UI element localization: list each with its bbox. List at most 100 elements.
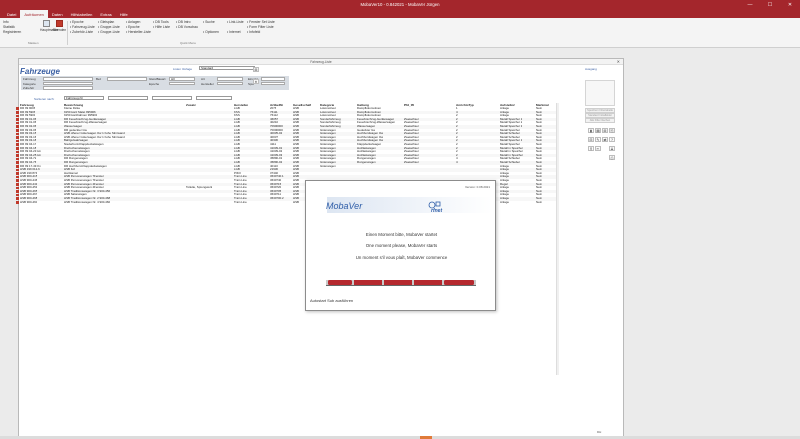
ribbon-col3: • Anlagen • Epoche • Hersteller-Liste	[126, 20, 151, 36]
rp-icon-5[interactable]: ⊟	[588, 137, 594, 142]
sort-combo-2[interactable]	[108, 96, 148, 101]
ausgang-link[interactable]: Ausgang	[585, 67, 597, 71]
cell-gesellschaft: HSB	[293, 200, 299, 204]
ribbon-left-group: Info Statistik Registrieren	[3, 20, 21, 36]
record-selector-icon[interactable]	[16, 182, 19, 186]
filter-fahrzeug-input[interactable]	[43, 77, 93, 81]
menu-datei[interactable]: Datei	[3, 10, 20, 18]
rp-icon-3[interactable]: ⊞	[602, 128, 608, 133]
standard-initial-button[interactable]: Standard Initialfelder	[585, 113, 615, 118]
filter-kategorie-input[interactable]	[43, 81, 93, 85]
splash-dialog: Version: 0.08.2021 MobaVer rfnet Einen M…	[305, 180, 496, 311]
ribbon-hersteller-liste[interactable]: • Hersteller-Liste	[126, 30, 151, 35]
record-selector-icon[interactable]	[16, 136, 19, 139]
beenden-button[interactable]: Beenden	[53, 20, 66, 32]
cell-aufstellort: Anlage	[500, 200, 510, 204]
ribbon-col8: • Fenster Set Liste • Form Filter Liste …	[247, 20, 275, 36]
record-selector-icon[interactable]	[16, 139, 19, 143]
rp-icon-8[interactable]: ?	[609, 137, 615, 142]
rfnet-logo-icon: rfnet	[428, 201, 442, 214]
record-selector-icon[interactable]	[16, 179, 19, 182]
ribbon-col4: • DB Tools • Hilfe Liste	[153, 20, 170, 30]
rp-icon-1[interactable]: ▮	[588, 128, 594, 133]
filter-label-hersteller: Hersteller	[201, 81, 214, 86]
record-selector-icon[interactable]	[16, 157, 19, 161]
record-selector-icon[interactable]	[16, 172, 19, 175]
rp-icon-9[interactable]: ⚲	[588, 146, 594, 151]
record-selector-icon[interactable]	[16, 143, 19, 146]
filter-hersteller-input[interactable]	[217, 81, 243, 85]
rp-icon-2[interactable]: ▤	[595, 128, 601, 133]
splash-title: MobaVer	[326, 201, 363, 211]
filter-spur-input[interactable]	[261, 81, 285, 85]
rp-icon-4[interactable]: ⎘	[609, 128, 615, 133]
record-selector-icon[interactable]	[16, 128, 19, 132]
filter-gleis-input[interactable]: H0	[169, 77, 195, 81]
record-selector-icon[interactable]	[16, 168, 19, 172]
window-close-icon[interactable]: ✕	[617, 59, 620, 65]
minimize-button[interactable]: —	[740, 0, 760, 10]
speichern-filter-button[interactable]: Speichern Filtertabelle	[585, 108, 615, 113]
record-selector-icon[interactable]	[16, 146, 19, 150]
rp-icon-11[interactable]: ⇊	[609, 146, 615, 151]
filter-einsatz-input[interactable]	[261, 77, 285, 81]
record-selector-icon[interactable]	[16, 107, 19, 110]
ribbon-internet[interactable]: • Internet	[227, 30, 244, 35]
menu-aufraeumen[interactable]: Aufräumen	[20, 10, 48, 18]
filter-loeschen-button[interactable]: Alle Filter löschen	[585, 118, 615, 123]
record-selector-icon[interactable]	[16, 193, 19, 197]
filter-panel: Fahrzeug Kategorie Zubehör Bez Gleis/Bau…	[21, 76, 289, 90]
ribbon-db-vorschau[interactable]: • DB Vorschau	[176, 25, 198, 30]
exit-icon	[55, 20, 63, 27]
menu-bar: Datei Aufräumen Daten Hilfstabellen Extr…	[0, 10, 800, 18]
ribbon-gruppe-liste-2[interactable]: • Gruppe-Liste	[98, 30, 120, 35]
ribbon-registrieren[interactable]: Registrieren	[3, 30, 21, 35]
sort-combo[interactable]: Fahrzeug-Nr	[64, 96, 104, 101]
form-icon	[42, 20, 50, 27]
rp-icon-7[interactable]: ⇄	[602, 137, 608, 142]
ribbon-hilfe-liste[interactable]: • Hilfe Liste	[153, 25, 170, 30]
rp-icon-10[interactable]: ✂	[595, 146, 601, 151]
ribbon-zubehoer-liste[interactable]: • Zubehör-Liste	[70, 30, 95, 35]
filter-epoche-input[interactable]	[169, 81, 195, 85]
menu-hilfe[interactable]: Hilfe	[116, 10, 132, 18]
rp-print-icon[interactable]: ⎙	[609, 155, 615, 160]
record-selector-icon[interactable]	[16, 125, 19, 128]
record-selector-icon[interactable]	[16, 200, 19, 204]
record-selector-icon[interactable]	[16, 118, 19, 121]
record-selector-icon[interactable]	[16, 110, 19, 114]
ribbon-group-masken: Masken	[28, 41, 39, 45]
menu-extras[interactable]: Extras	[96, 10, 115, 18]
rp-icon-6[interactable]: ✎	[595, 137, 601, 142]
ribbon-group-quick: Quick Menu	[180, 41, 197, 45]
record-selector-icon[interactable]	[16, 190, 19, 193]
record-selector-icon[interactable]	[16, 114, 19, 118]
maximize-button[interactable]: ☐	[760, 0, 780, 10]
filter-apply-icon[interactable]: ⊞	[253, 67, 259, 72]
record-selector-icon[interactable]	[16, 121, 19, 125]
filter-bez-input[interactable]	[107, 77, 147, 81]
record-selector-icon[interactable]	[16, 161, 19, 164]
record-selector-icon[interactable]	[16, 197, 19, 200]
record-selector-icon[interactable]	[16, 132, 19, 136]
record-selector-icon[interactable]	[16, 154, 19, 157]
cell-bezeichnung: HSB Traditionswagen Nr. 4 900-460	[64, 200, 111, 204]
close-button[interactable]: ✕	[780, 0, 800, 10]
table-scrollbar[interactable]	[556, 103, 559, 375]
menu-hilfstabellen[interactable]: Hilfstabellen	[67, 10, 97, 18]
ribbon-infofeld[interactable]: • Infofeld	[247, 30, 275, 35]
record-selector-icon[interactable]	[16, 164, 19, 168]
listen-vorlage-combo[interactable]: Standard	[199, 66, 255, 71]
sort-combo-3[interactable]	[152, 96, 192, 101]
record-selector-icon[interactable]	[16, 150, 19, 154]
ribbon-optionen[interactable]: • Optionen	[203, 30, 219, 35]
sort-combo-4[interactable]	[196, 96, 232, 101]
hauptmaske-button[interactable]: Hauptmaske	[40, 20, 59, 32]
record-selector-icon[interactable]	[16, 186, 19, 190]
record-selector-icon[interactable]	[16, 175, 19, 179]
ribbon-link-liste[interactable]: • Link-Liste	[227, 20, 244, 25]
menu-daten[interactable]: Daten	[48, 10, 67, 18]
filter-art-input[interactable]	[217, 77, 243, 81]
filter-zubehoer-input[interactable]	[43, 86, 93, 90]
filter-clear-icon[interactable]: ✕	[253, 79, 259, 84]
